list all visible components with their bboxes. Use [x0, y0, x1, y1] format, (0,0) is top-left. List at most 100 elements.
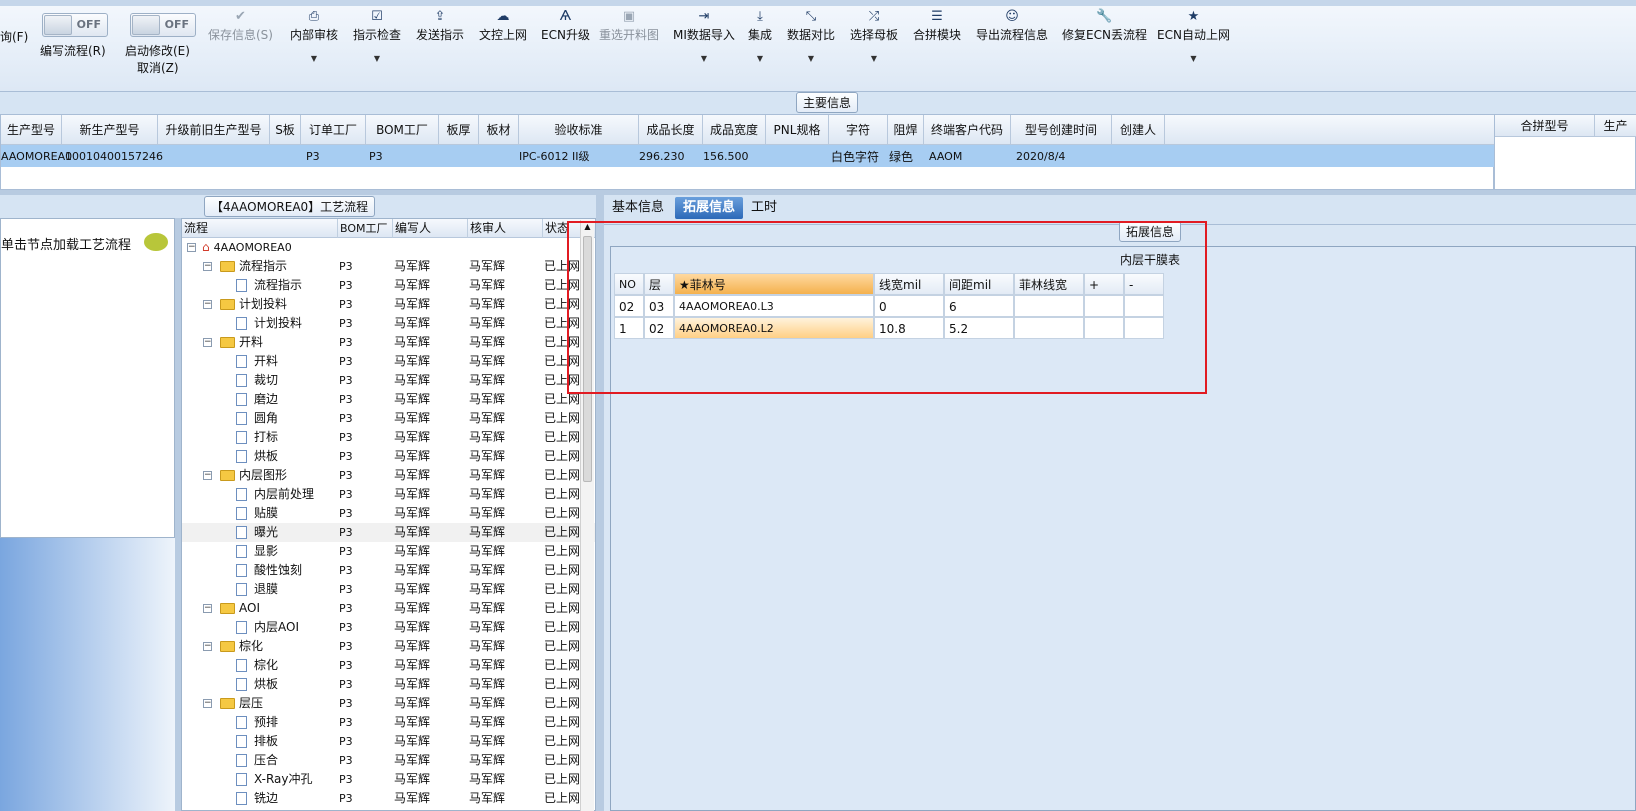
tree-row[interactable]: 贴膜 P3 马军辉 马军辉 已上网: [182, 504, 595, 523]
tree-cell-reviewer[interactable]: 马军辉: [469, 333, 505, 352]
tree-node[interactable]: 显影: [236, 542, 278, 561]
column-header[interactable]: PNL规格: [766, 115, 829, 145]
tree-row[interactable]: 流程指示 P3 马军辉 马军辉 已上网: [182, 276, 595, 295]
tree-cell-bom[interactable]: P3: [339, 295, 353, 314]
tree-row[interactable]: 内层AOI P3 马军辉 马军辉 已上网: [182, 618, 595, 637]
column-header[interactable]: 核审人: [468, 219, 543, 238]
tree-cell-writer[interactable]: 马军辉: [394, 694, 430, 713]
column-header[interactable]: 合拼型号: [1495, 115, 1595, 137]
tree-cell-bom[interactable]: P3: [339, 485, 353, 504]
tree-cell-writer[interactable]: 马军辉: [394, 276, 430, 295]
tree-cell-bom[interactable]: P3: [339, 751, 353, 770]
tree-cell-reviewer[interactable]: 马军辉: [469, 713, 505, 732]
tree-cell-bom[interactable]: P3: [339, 409, 353, 428]
tree-cell-bom[interactable]: P3: [339, 257, 353, 276]
tree-cell-writer[interactable]: 马军辉: [394, 333, 430, 352]
horizontal-splitter[interactable]: [0, 190, 1636, 195]
tree-cell-reviewer[interactable]: 马军辉: [469, 485, 505, 504]
tree-cell-bom[interactable]: P3: [339, 504, 353, 523]
tree-cell-status[interactable]: 已上网: [544, 637, 580, 656]
tree-cell-reviewer[interactable]: 马军辉: [469, 523, 505, 542]
tree-cell-reviewer[interactable]: 马军辉: [469, 257, 505, 276]
tree-row[interactable]: 棕化 P3 马军辉 马军辉 已上网: [182, 656, 595, 675]
tree-cell-reviewer[interactable]: 马军辉: [469, 561, 505, 580]
tree-cell-bom[interactable]: P3: [339, 314, 353, 333]
tree-cell-writer[interactable]: 马军辉: [394, 390, 430, 409]
tree-row[interactable]: X-Ray冲孔 P3 马军辉 马军辉 已上网: [182, 770, 595, 789]
grid-cell[interactable]: 绿色: [889, 147, 913, 167]
instruction-check-button[interactable]: ☑ 指示检查 ▼: [353, 8, 401, 63]
grid-cell[interactable]: 白色字符: [831, 147, 879, 167]
tree-cell-writer[interactable]: 马军辉: [394, 295, 430, 314]
mi-data-import-button[interactable]: ⇥ MI数据导入 ▼: [673, 8, 735, 63]
tree-cell-reviewer[interactable]: 马军辉: [469, 656, 505, 675]
column-header[interactable]: 编写人: [393, 219, 468, 238]
tree-cell-writer[interactable]: 马军辉: [394, 523, 430, 542]
tree-node[interactable]: 内层AOI: [236, 618, 299, 637]
tree-row[interactable]: 酸性蚀刻 P3 马军辉 马军辉 已上网: [182, 561, 595, 580]
tree-cell-reviewer[interactable]: 马军辉: [469, 295, 505, 314]
tree-cell-status[interactable]: 已上网: [544, 485, 580, 504]
tree-cell-writer[interactable]: 马军辉: [394, 618, 430, 637]
tree-cell-reviewer[interactable]: 马军辉: [469, 428, 505, 447]
tree-row[interactable]: 计划投料 P3 马军辉 马军辉 已上网: [182, 314, 595, 333]
dropdown-arrow-icon[interactable]: ▼: [787, 55, 835, 63]
tree-cell-reviewer[interactable]: 马军辉: [469, 675, 505, 694]
tree-node[interactable]: ⌂ 4AAOMOREA0: [202, 238, 292, 257]
tree-cell-status[interactable]: 已上网: [544, 789, 580, 808]
tree-cell-bom[interactable]: P3: [339, 713, 353, 732]
select-mother-board-button[interactable]: ⤮ 选择母板 ▼: [850, 8, 898, 63]
tree-cell-writer[interactable]: 马军辉: [394, 542, 430, 561]
tree-cell-writer[interactable]: 马军辉: [394, 504, 430, 523]
tree-row[interactable]: 磨边 P3 马军辉 马军辉 已上网: [182, 390, 595, 409]
tree-node[interactable]: 圆角: [236, 409, 278, 428]
tree-cell-status[interactable]: 已上网: [544, 428, 580, 447]
tree-row[interactable]: 打标 P3 马军辉 马军辉 已上网: [182, 428, 595, 447]
edit-flow-toggle[interactable]: OFF: [42, 13, 108, 37]
tree-cell-bom[interactable]: P3: [339, 789, 353, 808]
tree-cell-writer[interactable]: 马军辉: [394, 371, 430, 390]
tree-cell-status[interactable]: 已上网: [544, 447, 580, 466]
tree-node[interactable]: 排板: [236, 732, 278, 751]
tab-work-hours[interactable]: 工时: [743, 197, 785, 219]
tree-row[interactable]: 烘板 P3 马军辉 马军辉 已上网: [182, 447, 595, 466]
column-header[interactable]: 验收标准: [519, 115, 639, 145]
tree-cell-writer[interactable]: 马军辉: [394, 656, 430, 675]
tree-cell-status[interactable]: 已上网: [544, 466, 580, 485]
grid-cell[interactable]: 156.500: [703, 147, 749, 167]
tree-row[interactable]: − AOI P3 马军辉 马军辉 已上网: [182, 599, 595, 618]
tree-cell-status[interactable]: 已上网: [544, 599, 580, 618]
send-instruction-button[interactable]: ⇪ 发送指示: [416, 8, 464, 43]
tree-node[interactable]: 计划投料: [220, 295, 287, 314]
tree-cell-writer[interactable]: 马军辉: [394, 637, 430, 656]
tree-node[interactable]: 烘板: [236, 447, 278, 466]
tree-cell-reviewer[interactable]: 马军辉: [469, 732, 505, 751]
start-modify-label[interactable]: 启动修改(E): [125, 42, 190, 59]
tree-row[interactable]: 内层前处理 P3 马军辉 马军辉 已上网: [182, 485, 595, 504]
tree-cell-writer[interactable]: 马军辉: [394, 770, 430, 789]
tree-cell-status[interactable]: 已上网: [544, 409, 580, 428]
integrate-button[interactable]: ⤓ 集成 ▼: [748, 8, 772, 63]
dropdown-arrow-icon[interactable]: ▼: [353, 55, 401, 63]
column-header[interactable]: 成品长度: [639, 115, 703, 145]
tree-cell-reviewer[interactable]: 马军辉: [469, 694, 505, 713]
ecn-auto-online-button[interactable]: ★ ECN自动上网 ▼: [1157, 8, 1230, 63]
cancel-label[interactable]: 取消(Z): [137, 59, 179, 76]
tree-node[interactable]: 内层前处理: [236, 485, 314, 504]
tree-cell-writer[interactable]: 马军辉: [394, 447, 430, 466]
tree-cell-reviewer[interactable]: 马军辉: [469, 618, 505, 637]
column-header[interactable]: 流程: [182, 219, 338, 238]
column-header[interactable]: 阻焊: [888, 115, 924, 145]
tree-cell-reviewer[interactable]: 马军辉: [469, 789, 505, 808]
tree-cell-reviewer[interactable]: 马军辉: [469, 276, 505, 295]
tree-row[interactable]: − 流程指示 P3 马军辉 马军辉 已上网: [182, 257, 595, 276]
grid-cell[interactable]: 10010400157246: [65, 147, 163, 167]
tree-cell-status[interactable]: 已上网: [544, 770, 580, 789]
tree-node[interactable]: 内层图形: [220, 466, 287, 485]
column-header[interactable]: 生产: [1595, 115, 1636, 137]
collapse-toggle-icon[interactable]: −: [203, 300, 212, 309]
tree-row[interactable]: − 内层图形 P3 马军辉 马军辉 已上网: [182, 466, 595, 485]
tree-cell-writer[interactable]: 马军辉: [394, 580, 430, 599]
dropdown-arrow-icon[interactable]: ▼: [673, 55, 735, 63]
dropdown-arrow-icon[interactable]: ▼: [290, 55, 338, 63]
